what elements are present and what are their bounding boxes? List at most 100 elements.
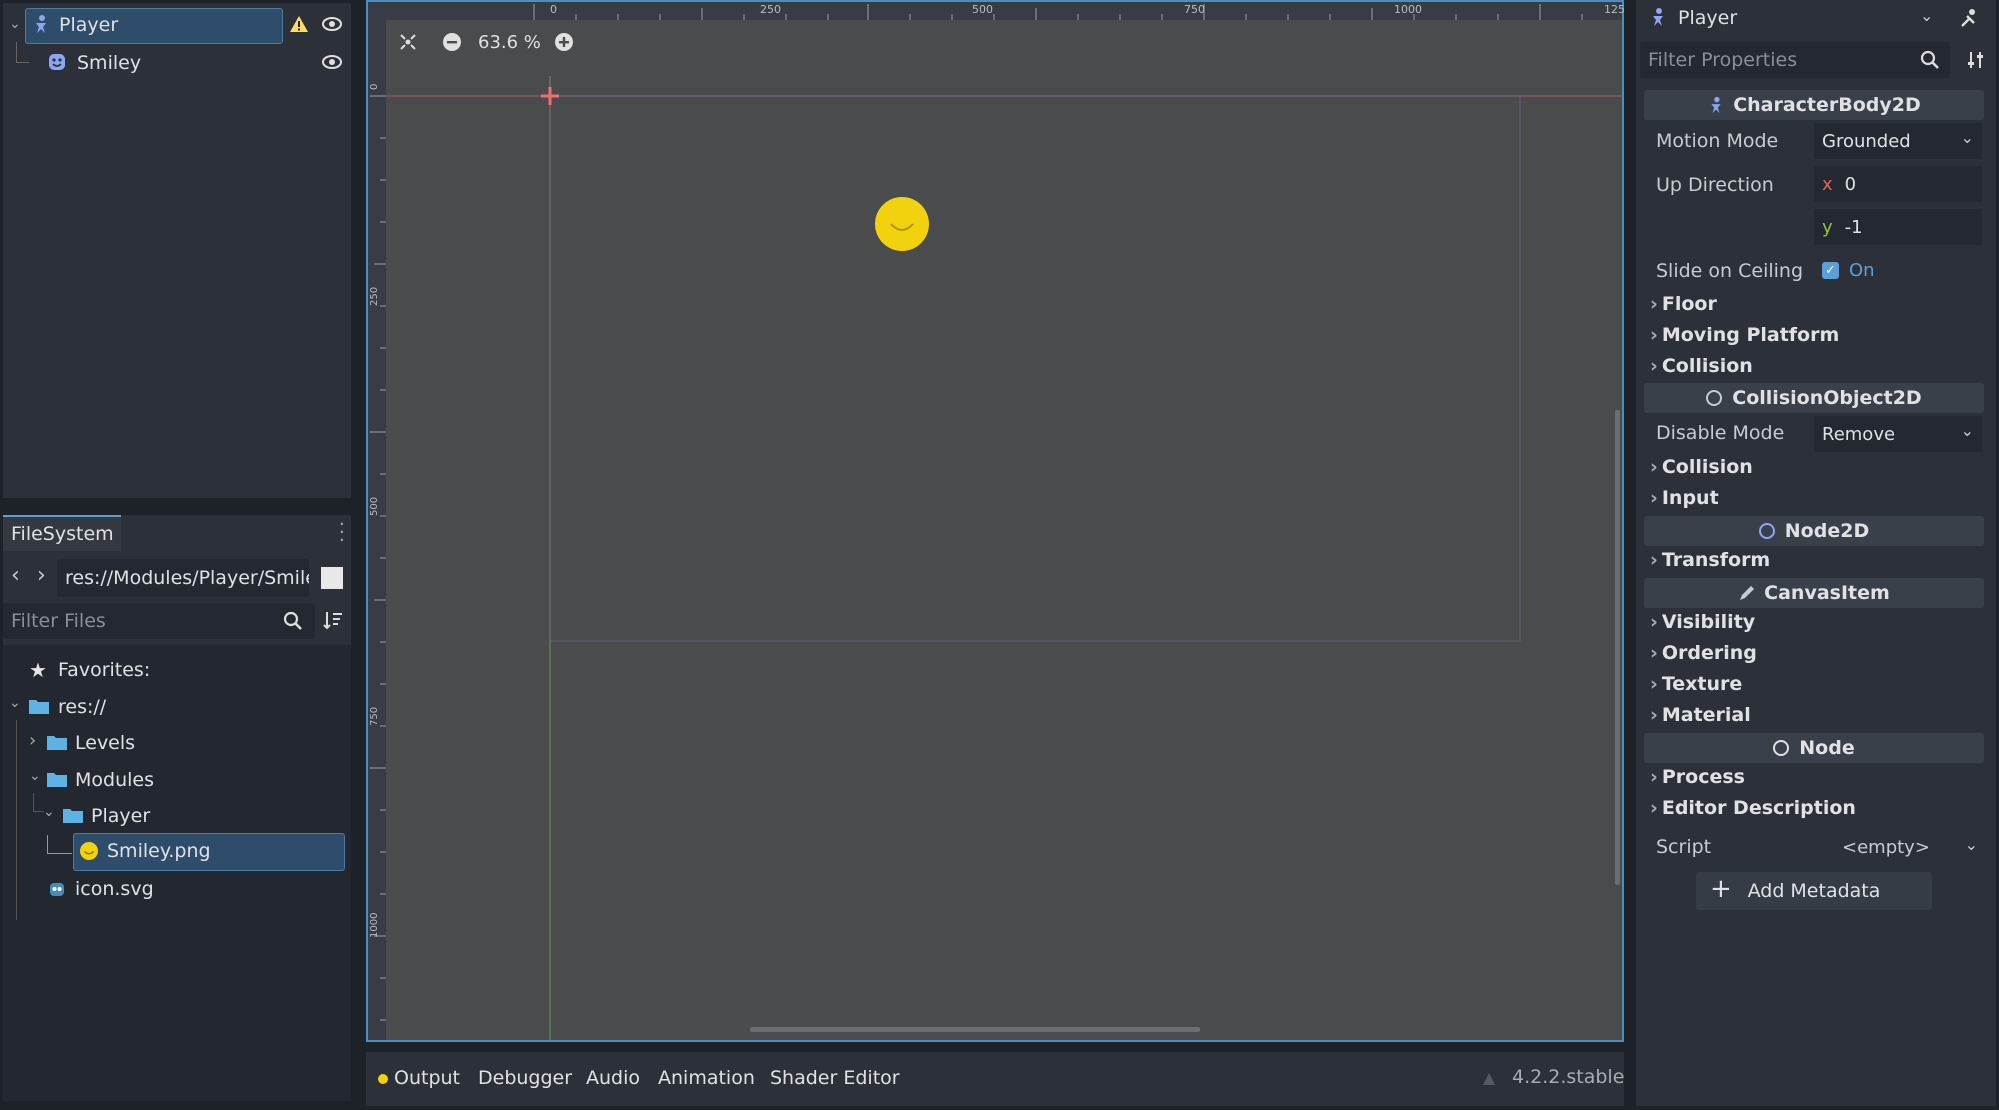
inspector-dock: Player ⌄ Filter Properties CharacterBody…	[1636, 0, 1996, 1106]
node-pin-icon[interactable]	[1958, 6, 1980, 28]
smiley-sprite[interactable]	[874, 196, 930, 252]
group-collision-2[interactable]: › Collision	[1650, 456, 1753, 478]
section-title: Node2D	[1784, 520, 1870, 542]
group-moving-platform[interactable]: › Moving Platform	[1650, 324, 1839, 346]
chevron-right-icon: ›	[1650, 766, 1658, 788]
chevron-down-icon[interactable]: ⌄	[1920, 6, 1933, 25]
section-title: CanvasItem	[1764, 582, 1890, 604]
filter-properties-input[interactable]: Filter Properties	[1640, 42, 1950, 78]
tree-item-smiley[interactable]: Smiley	[3, 42, 351, 78]
axis-label: y	[1822, 216, 1833, 238]
chevron-right-icon: ›	[1650, 642, 1658, 664]
property-label: Script	[1656, 836, 1712, 858]
back-arrow-icon[interactable]: ‹	[11, 563, 20, 588]
origin-pivot-icon[interactable]	[540, 86, 560, 106]
file-smiley-png[interactable]: Smiley.png	[3, 833, 351, 871]
inspector-settings-icon[interactable]	[1966, 50, 1986, 70]
chevron-right-icon: ›	[1650, 704, 1658, 726]
tab-debugger[interactable]: Debugger	[478, 1067, 572, 1089]
property-label: Up Direction	[1656, 174, 1774, 196]
chevron-right-icon: ›	[1650, 797, 1658, 819]
folder-icon	[29, 698, 49, 714]
group-transform[interactable]: › Transform	[1650, 549, 1770, 571]
node2d-icon	[1758, 523, 1775, 539]
chevron-down-icon[interactable]: ⌄	[9, 16, 21, 32]
toggle-view-icon[interactable]	[321, 567, 343, 589]
section-collisionobject2d[interactable]: CollisionObject2D	[1644, 383, 1984, 413]
group-input[interactable]: › Input	[1650, 487, 1719, 509]
chevron-down-icon[interactable]: ⌄	[43, 804, 55, 820]
tab-output[interactable]: Output	[394, 1067, 460, 1089]
section-title: CharacterBody2D	[1733, 94, 1921, 116]
chevron-down-icon: ⌄	[1960, 128, 1974, 147]
script-resource-picker[interactable]: <empty> ⌄	[1842, 830, 1984, 864]
menu-dots-icon[interactable]: · · ·	[339, 516, 345, 550]
filter-placeholder: Filter Properties	[1648, 49, 1798, 71]
up-direction-x-field[interactable]: x 0	[1814, 166, 1982, 202]
canvas-viewport[interactable]: 0 250 500 750 1000 125 0 250 500 750 100…	[366, 0, 1625, 1042]
ruler-tick-label: 125	[1604, 3, 1625, 16]
up-direction-y-field[interactable]: y -1	[1814, 209, 1982, 245]
section-canvasitem[interactable]: CanvasItem	[1644, 578, 1984, 608]
update-spinner-icon[interactable]	[1480, 1070, 1498, 1088]
section-characterbody2d[interactable]: CharacterBody2D	[1644, 90, 1984, 120]
star-icon: ★	[29, 658, 47, 682]
chevron-down-icon[interactable]: ⌄	[29, 768, 41, 784]
group-editor-description[interactable]: › Editor Description	[1650, 797, 1856, 819]
filesystem-dock: FileSystem · · · ‹ › res://Modules/Player/…	[3, 515, 351, 1101]
scene-canvas-overlay	[386, 76, 1622, 1040]
ruler-tick-label: 250	[760, 3, 781, 16]
folder-icon	[47, 734, 67, 750]
list-item-label: Smiley.png	[107, 840, 211, 862]
sort-icon[interactable]	[323, 610, 343, 630]
group-process[interactable]: › Process	[1650, 766, 1745, 788]
dropdown-value: Remove	[1822, 423, 1896, 445]
ruler-tick-label: 1000	[1394, 3, 1422, 16]
chevron-right-icon: ›	[1650, 487, 1658, 509]
visibility-eye-icon[interactable]	[321, 52, 343, 72]
group-material[interactable]: › Material	[1650, 704, 1751, 726]
tab-animation[interactable]: Animation	[658, 1067, 755, 1089]
path-field[interactable]: res://Modules/Player/Smile	[57, 559, 309, 597]
motion-mode-dropdown[interactable]: Grounded ⌄	[1814, 123, 1982, 159]
group-floor[interactable]: › Floor	[1650, 293, 1717, 315]
godot-icon	[47, 880, 67, 900]
filter-placeholder: Filter Files	[11, 610, 106, 632]
plus-icon: +	[1710, 874, 1732, 904]
field-value: -1	[1844, 216, 1863, 238]
group-collision[interactable]: › Collision	[1650, 355, 1753, 377]
chevron-right-icon: ›	[1650, 355, 1658, 377]
path-text: res://Modules/Player/Smile	[65, 567, 309, 589]
tree-item-player[interactable]: ⌄ Player	[3, 8, 351, 44]
add-metadata-button[interactable]: + Add Metadata	[1696, 872, 1932, 910]
output-status-dot	[378, 1074, 388, 1084]
slide-on-ceiling-checkbox[interactable]: ✓ On	[1814, 252, 1982, 288]
section-node2d[interactable]: Node2D	[1644, 516, 1984, 546]
filter-files-input[interactable]: Filter Files	[3, 603, 315, 639]
checkbox-label: On	[1849, 259, 1875, 281]
chevron-right-icon: ›	[1650, 673, 1658, 695]
sprite-icon	[47, 52, 67, 72]
chevron-down-icon: ⌄	[1960, 421, 1974, 440]
collision-object-icon	[1706, 390, 1723, 406]
section-node[interactable]: Node	[1644, 733, 1984, 763]
chevron-right-icon: ›	[1650, 549, 1658, 571]
chevron-right-icon[interactable]: ›	[29, 730, 36, 751]
checkbox-checked-icon: ✓	[1822, 261, 1839, 279]
forward-arrow-icon[interactable]: ›	[37, 563, 46, 588]
group-ordering[interactable]: › Ordering	[1650, 642, 1757, 664]
visibility-eye-icon[interactable]	[321, 14, 343, 34]
search-icon	[283, 611, 303, 631]
chevron-down-icon[interactable]: ⌄	[9, 695, 21, 711]
tab-filesystem[interactable]: FileSystem	[3, 515, 121, 551]
warning-icon[interactable]	[289, 14, 309, 34]
character-body-icon	[31, 14, 51, 34]
dropdown-value: Grounded	[1822, 130, 1911, 152]
group-visibility[interactable]: › Visibility	[1650, 611, 1755, 633]
tab-shader-editor[interactable]: Shader Editor	[770, 1067, 900, 1089]
disable-mode-dropdown[interactable]: Remove ⌄	[1814, 416, 1982, 452]
inspector-node-header[interactable]: Player ⌄	[1636, 2, 1996, 36]
tab-audio[interactable]: Audio	[586, 1067, 640, 1089]
folder-icon	[47, 771, 67, 787]
group-texture[interactable]: › Texture	[1650, 673, 1742, 695]
